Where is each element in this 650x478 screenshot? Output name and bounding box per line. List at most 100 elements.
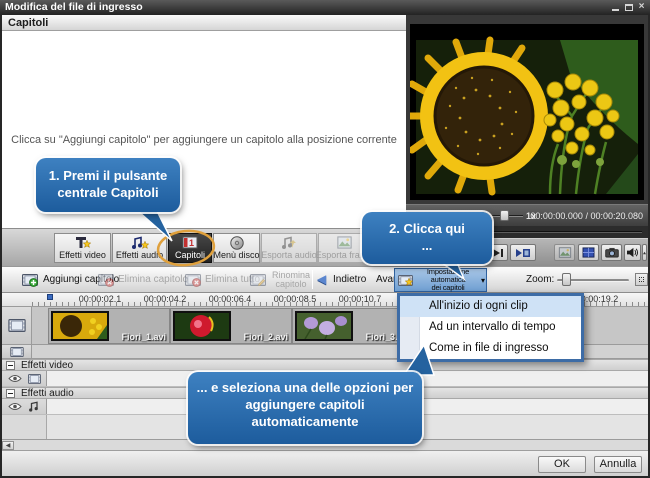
video-effect-icon [28,374,41,384]
section-label: Effetti video [21,360,73,371]
toolbar-button-label: Esporta audio [261,250,317,260]
volume-button[interactable] [624,244,641,261]
svg-text:1: 1 [189,238,194,248]
timeline-empty-header-cell [2,415,47,439]
callout-step2-line1: 2. Clicca qui [389,221,465,236]
toolbar-button-label: Effetti audio [116,250,163,260]
scroll-left-button[interactable]: ◀ [2,441,14,450]
toolbar-button-label: Capitoli [175,250,205,260]
minimize-button[interactable] [609,2,622,13]
toolbar-disc-menu-button[interactable]: Menù disco [213,233,260,263]
menu-item-start-of-each-clip[interactable]: All'inizio di ogni clip [400,296,581,317]
chapters-panel-header: Capitoli [2,15,406,31]
clip-thumbnail [295,311,353,341]
maximize-icon [625,4,633,11]
transition-track-icon [10,347,24,357]
clip-thumbnail [51,311,109,341]
export-video-icon [558,247,572,258]
speaker-icon [626,247,639,258]
zoom-fit-icon [639,277,644,282]
auto-chapters-icon [398,274,413,287]
snapshot-button[interactable] [601,244,622,261]
toolbar-export-audio-button[interactable]: Esporta audio [261,233,317,263]
callout-step1-line1: 1. Premi il pulsante [49,168,168,183]
timeline-clip[interactable]: Fiori_3.avi [292,308,414,344]
toolbar-chapters-button[interactable]: 1 Capitoli [168,233,212,263]
visibility-eye-icon[interactable] [8,402,22,411]
edit-input-file-window: Modifica del file di ingresso × Capitoli… [0,0,650,478]
export-audio-icon [281,235,297,250]
chapter-toolbar: Aggiungi capitolo Elimina capitolo Elimi… [2,266,648,293]
section-label: Effetti audio [21,388,74,399]
ok-button[interactable]: OK [538,456,586,473]
time-display: 00:00:00.000 / 00:00:20.080 [530,211,643,221]
callout-step3-text: ... e seleziona una delle opzioni per ag… [197,380,414,429]
auto-chapters-label-line2: dei capitoli [431,283,464,292]
volume-popup-arrow-icon [643,251,646,255]
audio-effects-row-header [2,399,47,414]
close-icon: × [639,1,645,12]
video-effects-icon [74,235,92,250]
auto-chapters-button[interactable]: Impostazione automatica dei capitoli ▾ [394,268,487,292]
audio-effects-icon [131,235,149,250]
auto-chapters-label-line1: Impostazione automatica [427,267,469,284]
playhead-marker[interactable] [47,294,53,300]
speed-slider-thumb[interactable] [500,210,509,221]
back-button[interactable]: Indietro [333,274,366,285]
toolbar-button-label: Menù disco [213,250,259,260]
visibility-eye-icon[interactable] [8,374,22,383]
play-through-icon [515,248,531,258]
split-view-button[interactable] [578,244,599,261]
toolbar-video-effects-button[interactable]: Effetti video [54,233,111,263]
auto-chapters-label: Impostazione automatica dei capitoli [415,268,481,292]
timeline-zoom-slider-thumb[interactable] [562,273,571,286]
video-track-header [2,307,32,344]
transition-track-header [2,345,32,358]
titlebar: Modifica del file di ingresso × [0,0,650,15]
toolbar-separator [312,270,313,289]
back-arrow-icon[interactable]: ◀ [317,272,326,286]
chapters-hint-message: Clicca su "Aggiungi capitolo" per aggiun… [2,134,406,146]
timeline-clip[interactable]: Fiori_2.avi [170,308,292,344]
chapters-panel-title: Capitoli [8,17,48,29]
add-chapter-icon[interactable] [22,274,39,287]
callout-step2: 2. Clicca qui ... [362,212,492,264]
zoom-label: Zoom: [526,274,554,285]
callout-step1-line2: centrale Capitoli [57,185,158,200]
volume-popup-button[interactable] [642,244,647,261]
auto-chapters-dropdown-menu: All'inizio di ogni clip Ad un intervallo… [397,293,584,362]
cancel-button[interactable]: Annulla [594,456,642,473]
rename-chapter-icon[interactable] [250,274,267,287]
timeline-clip[interactable]: Fiori_1.avi [48,308,170,344]
sunflower-video-still [410,24,644,200]
clip-thumbnail [173,311,231,341]
maximize-button[interactable] [622,2,635,13]
window-title: Modifica del file di ingresso [5,1,143,13]
delete-all-icon[interactable] [185,274,202,287]
callout-step3: ... e seleziona una delle opzioni per ag… [188,372,422,444]
menu-item-as-in-input-file[interactable]: Come in file di ingresso [400,338,581,359]
rename-chapter-button[interactable]: Rinomina capitolo [268,271,314,289]
dropdown-arrow-icon: ▾ [481,276,485,285]
minimize-icon [612,9,619,11]
next-frame-icon [491,248,504,258]
collapse-icon[interactable] [6,361,15,370]
close-button[interactable]: × [635,2,648,13]
disc-icon [230,235,244,250]
audio-effect-icon [28,401,40,412]
delete-chapter-button[interactable]: Elimina capitolo [118,274,188,285]
split-view-icon [582,247,595,258]
zoom-fit-button[interactable] [635,273,648,286]
export-video-button[interactable] [554,244,575,261]
clip-name: Fiori_1.avi [121,332,166,342]
menu-item-time-interval[interactable]: Ad un intervallo di tempo [400,317,581,338]
callout-step2-line2: ... [422,238,433,253]
delete-chapter-icon[interactable] [98,274,115,287]
collapse-icon[interactable] [6,389,15,398]
video-track-icon [8,319,26,332]
toolbar-audio-effects-button[interactable]: Effetti audio [112,233,167,263]
clip-name: Fiori_2.avi [243,332,288,342]
play-through-button[interactable] [510,244,536,261]
chapters-icon: 1 [182,235,198,250]
main-toolbar: Effetti video Effetti audio 1 Capitoli M… [2,228,406,266]
